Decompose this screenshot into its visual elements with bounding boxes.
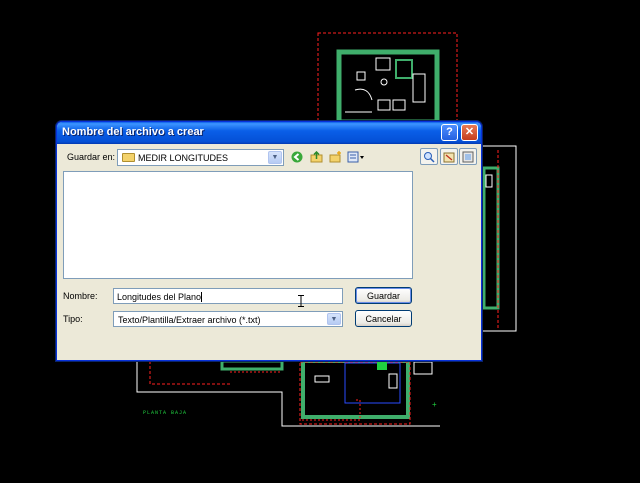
file-list[interactable] xyxy=(63,171,413,279)
chevron-down-icon[interactable]: ▼ xyxy=(327,313,341,325)
save-file-dialog: Nombre del archivo a crear ? ✕ Guardar e… xyxy=(56,121,482,361)
delete-icon[interactable] xyxy=(440,148,458,165)
floor-plan-lower: + xyxy=(136,359,440,427)
svg-text:+: + xyxy=(432,400,437,409)
search-web-icon[interactable] xyxy=(420,148,438,165)
name-label: Nombre: xyxy=(63,291,98,301)
file-name-value: Longitudes del Plano xyxy=(117,292,202,302)
help-button[interactable]: ? xyxy=(441,124,458,141)
chevron-down-icon[interactable]: ▼ xyxy=(268,151,282,164)
save-in-label: Guardar en: xyxy=(67,152,116,162)
text-cursor-icon xyxy=(298,295,304,307)
file-type-combo[interactable]: Texto/Plantilla/Extraer archivo (*.txt) … xyxy=(113,311,343,327)
save-in-combo[interactable]: MEDIR LONGITUDES ▼ xyxy=(117,149,284,166)
file-type-value: Texto/Plantilla/Extraer archivo (*.txt) xyxy=(118,315,261,325)
dialog-title: Nombre del archivo a crear xyxy=(62,126,204,138)
floor-plan-upper xyxy=(317,32,458,129)
up-folder-icon[interactable] xyxy=(308,149,324,165)
views-menu-icon[interactable] xyxy=(346,149,366,165)
save-button[interactable]: Guardar xyxy=(355,287,412,304)
dialog-titlebar[interactable]: Nombre del archivo a crear ? ✕ xyxy=(57,122,481,144)
type-label: Tipo: xyxy=(63,314,83,324)
text-caret xyxy=(201,292,203,302)
close-button[interactable]: ✕ xyxy=(461,124,478,141)
file-name-input[interactable]: Longitudes del Plano xyxy=(113,288,343,304)
back-icon[interactable] xyxy=(289,149,305,165)
folder-name: MEDIR LONGITUDES xyxy=(138,153,229,163)
new-folder-icon[interactable] xyxy=(327,149,343,165)
plan-bottom-label: PLANTA BAJA xyxy=(143,410,187,416)
cancel-button[interactable]: Cancelar xyxy=(355,310,412,327)
folder-icon xyxy=(122,153,135,162)
floor-plan-right xyxy=(481,145,517,332)
tools-icon[interactable] xyxy=(459,148,477,165)
